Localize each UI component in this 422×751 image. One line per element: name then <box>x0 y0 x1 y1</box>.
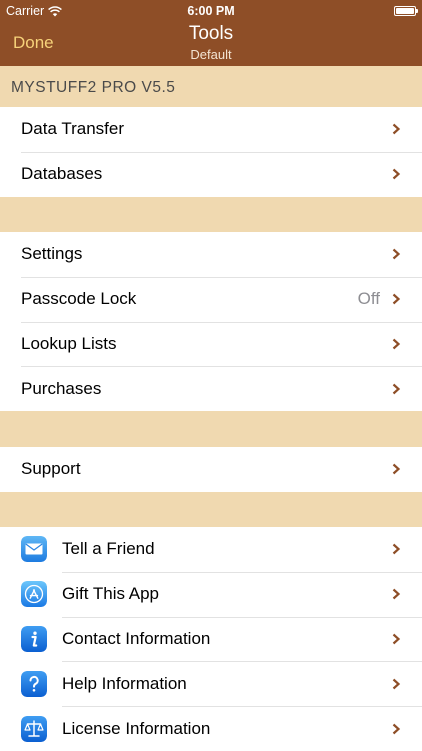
row-settings[interactable]: Settings <box>0 232 422 277</box>
row-label: Databases <box>21 164 103 184</box>
row-passcode-lock[interactable]: Passcode Lock Off <box>0 276 422 322</box>
row-label: Passcode Lock <box>21 289 137 309</box>
row-tell-a-friend[interactable]: Tell a Friend <box>0 527 422 572</box>
chevron-right-icon <box>392 723 401 734</box>
group-support: Support <box>0 447 422 492</box>
passcode-lock-value: Off <box>357 289 380 309</box>
row-databases[interactable]: Databases <box>0 151 422 197</box>
chevron-right-icon <box>392 464 401 475</box>
row-support[interactable]: Support <box>0 447 422 492</box>
group-about: Tell a Friend Gift This App Contact Info… <box>0 527 422 751</box>
chevron-right-icon <box>392 338 401 350</box>
chevron-right-icon <box>392 293 401 305</box>
group-data: Data Transfer Databases <box>0 107 422 197</box>
chevron-right-icon <box>392 678 401 690</box>
chevron-right-icon <box>392 168 401 180</box>
status-bar: Carrier 6:00 PM <box>0 0 422 22</box>
row-label: Tell a Friend <box>62 539 155 559</box>
row-gift-this-app[interactable]: Gift This App <box>0 571 422 617</box>
status-time: 6:00 PM <box>187 4 235 18</box>
help-icon <box>21 670 47 697</box>
row-help-information[interactable]: Help Information <box>0 661 422 706</box>
chevron-right-icon <box>392 633 401 645</box>
row-label: License Information <box>62 718 211 738</box>
section-header-version: MYSTUFF2 PRO V5.5 <box>0 66 422 106</box>
battery-icon <box>394 6 418 16</box>
group-settings: Settings Passcode Lock Off Lookup Lists … <box>0 232 422 412</box>
row-lookup-lists[interactable]: Lookup Lists <box>0 321 422 367</box>
row-label: Lookup Lists <box>21 333 117 353</box>
row-label: Gift This App <box>62 584 160 604</box>
mail-icon <box>21 536 47 563</box>
row-label: Support <box>21 459 81 479</box>
navigation-bar: Carrier 6:00 PM Done Tools Default <box>0 0 422 66</box>
chevron-right-icon <box>392 544 401 555</box>
chevron-right-icon <box>392 249 401 260</box>
app-version-label: MYSTUFF2 PRO V5.5 <box>11 79 176 96</box>
app-store-icon <box>21 581 47 608</box>
chevron-right-icon <box>392 588 401 600</box>
license-icon <box>21 715 47 742</box>
row-label: Help Information <box>62 673 187 693</box>
row-label: Contact Information <box>62 628 211 648</box>
row-label: Settings <box>21 244 83 264</box>
info-icon <box>21 625 47 652</box>
row-contact-information[interactable]: Contact Information <box>0 616 422 662</box>
row-label: Purchases <box>21 378 102 398</box>
chevron-right-icon <box>392 383 401 395</box>
row-license-information[interactable]: License Information <box>0 706 422 751</box>
row-data-transfer[interactable]: Data Transfer <box>0 107 422 152</box>
page-title: Tools <box>188 23 234 44</box>
chevron-right-icon <box>392 124 401 135</box>
row-purchases[interactable]: Purchases <box>0 366 422 411</box>
page-subtitle: Default <box>190 47 232 62</box>
row-label: Data Transfer <box>21 119 124 139</box>
